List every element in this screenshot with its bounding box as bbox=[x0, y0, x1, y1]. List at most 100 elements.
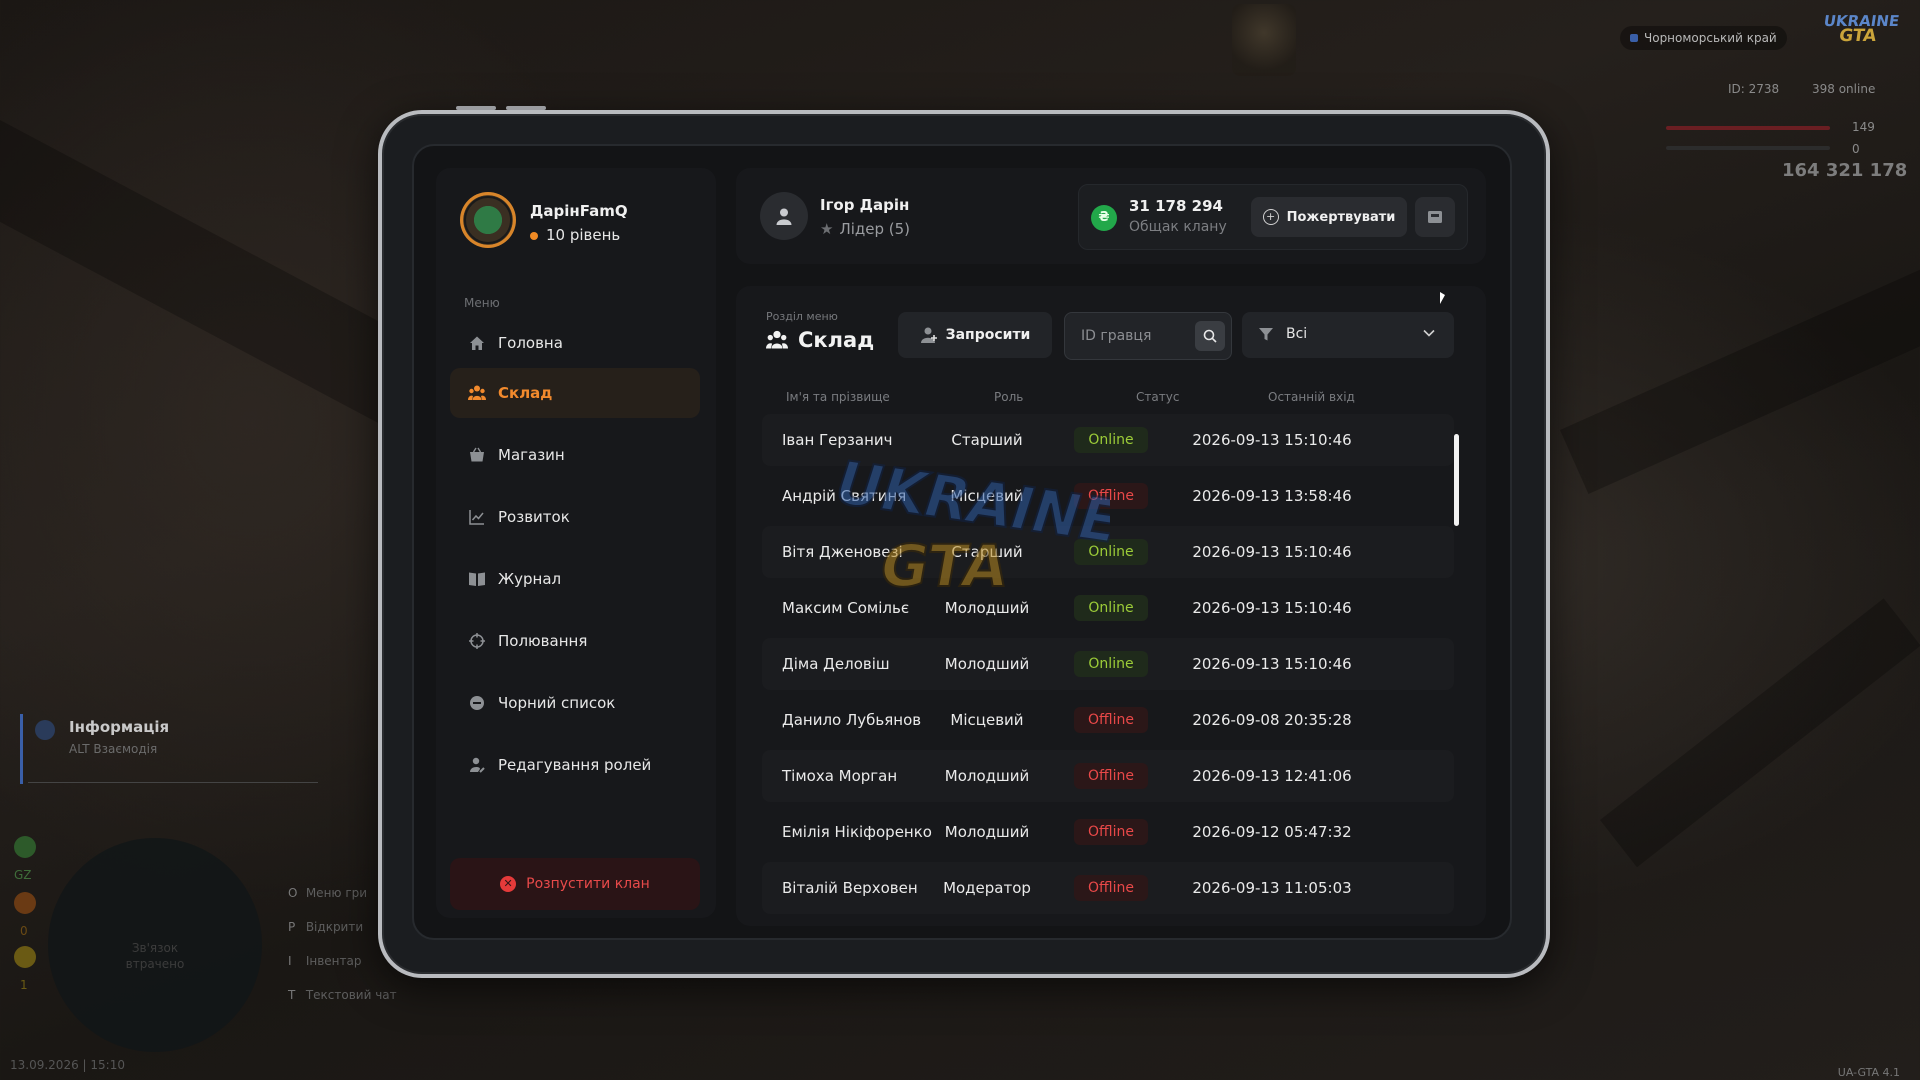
last-login: 2026-09-13 15:10:46 bbox=[1192, 543, 1352, 561]
status-badge: Offline bbox=[1074, 819, 1148, 845]
table-row[interactable]: Данило Лубьянов Місцевий Offline 2026-09-08… bbox=[762, 694, 1454, 746]
datetime: 13.09.2026 | 15:10 bbox=[10, 1058, 125, 1072]
disband-clan-button[interactable]: ✕ Розпустити клан bbox=[450, 858, 700, 910]
stat-zero: 0 bbox=[20, 924, 28, 938]
sidebar-item-journal[interactable]: Журнал bbox=[450, 554, 700, 604]
user-level: 10 рівень bbox=[530, 226, 620, 244]
members-icon bbox=[766, 330, 788, 349]
treasury-balance: 31 178 294 bbox=[1129, 197, 1223, 215]
sidebar-item-blacklist[interactable]: Чорний список bbox=[450, 678, 700, 728]
menu-label: Меню bbox=[464, 296, 500, 310]
filter-value: Всі bbox=[1286, 326, 1308, 342]
info-title: Інформація bbox=[69, 718, 170, 736]
sidebar-item-label: Редагування ролей bbox=[498, 756, 652, 774]
last-login: 2026-09-13 15:10:46 bbox=[1192, 431, 1352, 449]
armor-bar bbox=[1666, 146, 1830, 150]
sidebar-item-home[interactable]: Головна bbox=[450, 318, 700, 368]
tablet-button bbox=[456, 106, 496, 110]
last-login: 2026-09-13 11:05:03 bbox=[1192, 879, 1352, 897]
sidebar-item-label: Полювання bbox=[498, 632, 588, 650]
invite-button[interactable]: Запросити bbox=[898, 312, 1052, 358]
sidebar: ДарінFamQ 10 рівень Меню Головна Склад М… bbox=[436, 168, 716, 918]
close-icon: ✕ bbox=[500, 876, 517, 892]
hint-label: Текстовий чат bbox=[305, 988, 397, 1002]
sidebar-item-development[interactable]: Розвиток bbox=[450, 492, 700, 542]
home-icon bbox=[468, 334, 486, 352]
scrollbar[interactable] bbox=[1454, 434, 1459, 526]
members-icon bbox=[468, 384, 486, 402]
status-badge: Online bbox=[1074, 427, 1148, 453]
member-name: Данило Лубьянов bbox=[782, 710, 922, 729]
sidebar-item-label: Головна bbox=[498, 334, 563, 352]
sidebar-item-hunting[interactable]: Полювання bbox=[450, 616, 700, 666]
status-filter-select[interactable]: Всі bbox=[1242, 312, 1454, 358]
info-subtitle: ALT Взаємодія bbox=[69, 742, 158, 756]
donate-button[interactable]: + Пожертвувати bbox=[1251, 197, 1407, 237]
sidebar-item-edit-roles[interactable]: Редагування ролей bbox=[450, 740, 700, 790]
player-search bbox=[1064, 312, 1232, 360]
interaction-info: Інформація ALT Взаємодія bbox=[20, 714, 323, 784]
leader-role-label: Лідер (5) bbox=[839, 220, 911, 238]
leader-role: ★ Лідер (5) bbox=[820, 220, 910, 238]
column-header-name[interactable]: Ім'я та прізвище bbox=[786, 390, 890, 404]
hint-row: P Відкрити bbox=[288, 920, 363, 934]
column-header-last-login[interactable]: Останній вхід bbox=[1268, 390, 1355, 404]
table-row[interactable]: Іван Герзанич Старший Online 2026-09-13 15:… bbox=[762, 414, 1454, 466]
filter-icon bbox=[1259, 328, 1273, 341]
column-header-status[interactable]: Статус bbox=[1136, 390, 1179, 404]
sidebar-item-shop[interactable]: Магазин bbox=[450, 430, 700, 480]
search-button[interactable] bbox=[1195, 321, 1225, 351]
table-row[interactable]: Віталій Верховен Модератор Offline 2026-09-… bbox=[762, 862, 1454, 914]
minimap-msg-line2: втрачено bbox=[125, 957, 185, 971]
member-name: Діма Деловіш bbox=[782, 654, 890, 673]
last-login: 2026-09-12 05:47:32 bbox=[1192, 823, 1352, 841]
member-role: Молодший bbox=[944, 655, 1030, 673]
clan-header: Ігор Дарін ★ Лідер (5) ₴ 31 178 294 Общак… bbox=[736, 168, 1486, 264]
status-orange-icon bbox=[14, 892, 36, 914]
safe-button[interactable] bbox=[1415, 197, 1455, 237]
table-row[interactable]: Андрій Святиня Місцевий Offline 2026-09-13 … bbox=[762, 470, 1454, 522]
stat-gz: GZ bbox=[14, 868, 32, 882]
status-badge: Online bbox=[1074, 595, 1148, 621]
background-beam bbox=[1560, 259, 1920, 494]
member-name: Іван Герзанич bbox=[782, 430, 893, 449]
column-header-role[interactable]: Роль bbox=[994, 390, 1023, 404]
chevron-down-icon bbox=[1423, 329, 1435, 337]
search-input[interactable] bbox=[1079, 325, 1193, 347]
last-login: 2026-09-13 13:58:46 bbox=[1192, 487, 1352, 505]
game-version: UA-GTA 4.1 bbox=[1837, 1066, 1900, 1079]
safe-icon bbox=[1428, 211, 1442, 223]
status-badge: Offline bbox=[1074, 483, 1148, 509]
clan-app: ДарінFamQ 10 рівень Меню Головна Склад М… bbox=[412, 144, 1512, 940]
clan-treasury: ₴ 31 178 294 Общак клану + Пожертвувати bbox=[1078, 184, 1468, 250]
logo-bottom: GTA bbox=[1837, 26, 1878, 46]
last-login: 2026-09-08 20:35:28 bbox=[1192, 711, 1352, 729]
table-row[interactable]: Емілія Нікіфоренко Молодший Offline 2026-09… bbox=[762, 806, 1454, 858]
minimap: Зв'язок втрачено bbox=[48, 838, 262, 1052]
members-table: Іван Герзанич Старший Online 2026-09-13 15:… bbox=[762, 414, 1454, 926]
table-row[interactable]: Вітя Дженовезі Старший Online 2026-09-13 15… bbox=[762, 526, 1454, 578]
hint-row: T Текстовий чат bbox=[288, 988, 397, 1002]
members-panel: Розділ меню Склад Запросити Всі Ім'я та … bbox=[736, 286, 1486, 926]
member-name: Андрій Святиня bbox=[782, 486, 907, 505]
section-title: Склад bbox=[798, 328, 875, 352]
crosshair-icon bbox=[468, 632, 486, 650]
shield-icon bbox=[1630, 34, 1638, 42]
hint-label: Відкрити bbox=[305, 920, 364, 934]
sidebar-item-members[interactable]: Склад bbox=[450, 368, 700, 418]
minimap-message: Зв'язок втрачено bbox=[48, 940, 262, 972]
game-logo: UKRAINE GTA bbox=[1819, 12, 1901, 54]
section-caption: Розділ меню bbox=[766, 310, 838, 323]
last-login: 2026-09-13 15:10:46 bbox=[1192, 599, 1352, 617]
table-row[interactable]: Максим Сомільє Молодший Online 2026-09-13 1… bbox=[762, 582, 1454, 634]
background-beam bbox=[1600, 598, 1920, 868]
table-row[interactable]: Тімоха Морган Молодший Offline 2026-09-13 1… bbox=[762, 750, 1454, 802]
stat-one: 1 bbox=[20, 978, 28, 992]
table-row[interactable]: Діма Деловіш Молодший Online 2026-09-13 15:… bbox=[762, 638, 1454, 690]
member-role: Старший bbox=[951, 431, 1023, 449]
last-login: 2026-09-13 12:41:06 bbox=[1192, 767, 1352, 785]
avatar bbox=[760, 192, 808, 240]
user-edit-icon bbox=[468, 756, 486, 774]
add-user-icon bbox=[920, 327, 937, 343]
status-green-icon bbox=[14, 836, 36, 858]
